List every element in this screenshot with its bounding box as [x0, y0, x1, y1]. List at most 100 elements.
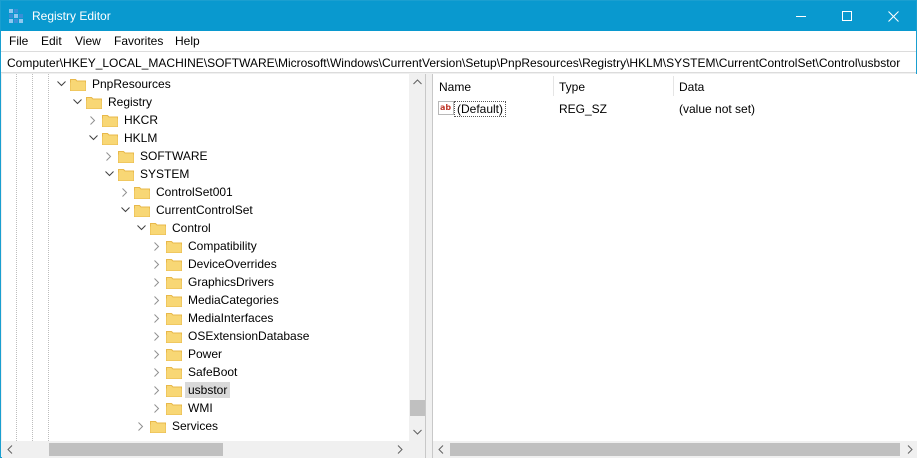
chevron-down-icon[interactable]	[102, 165, 116, 183]
scroll-right-arrow-icon[interactable]	[397, 445, 403, 454]
tree-node-label[interactable]: DeviceOverrides	[185, 256, 280, 272]
folder-icon	[70, 79, 86, 91]
menu-edit[interactable]: Edit	[41, 34, 62, 48]
chevron-right-icon[interactable]	[150, 309, 164, 327]
tree-guide-line	[48, 74, 49, 441]
tree-node[interactable]: GraphicsDrivers	[150, 273, 277, 291]
tree-node[interactable]: HKLM	[86, 129, 160, 147]
address-bar[interactable]: Computer\HKEY_LOCAL_MACHINE\SOFTWARE\Mic…	[1, 51, 916, 73]
value-name[interactable]: (Default)	[454, 101, 507, 117]
tree-node-label[interactable]: CurrentControlSet	[153, 202, 256, 218]
values-horizontal-scrollbar[interactable]	[433, 441, 917, 458]
tree-node-label[interactable]: MediaInterfaces	[185, 310, 276, 326]
tree-node[interactable]: HKCR	[86, 111, 161, 129]
folder-icon	[118, 169, 134, 181]
scroll-down-arrow-icon[interactable]	[413, 429, 422, 435]
chevron-down-icon[interactable]	[118, 201, 132, 219]
column-divider[interactable]	[553, 76, 554, 96]
tree-node-label[interactable]: ControlSet001	[153, 184, 236, 200]
pane-splitter[interactable]	[426, 74, 432, 458]
scroll-up-arrow-icon[interactable]	[413, 79, 422, 85]
tree-node[interactable]: MediaCategories	[150, 291, 282, 309]
tree-node-label[interactable]: WMI	[185, 400, 216, 416]
chevron-right-icon[interactable]	[134, 417, 148, 435]
chevron-right-icon[interactable]	[150, 399, 164, 417]
scroll-right-arrow-icon[interactable]	[907, 445, 913, 454]
chevron-right-icon[interactable]	[86, 111, 100, 129]
tree-node[interactable]: Control	[134, 219, 214, 237]
menu-help[interactable]: Help	[175, 34, 200, 48]
tree-node[interactable]: MediaInterfaces	[150, 309, 276, 327]
tree-vertical-scrollbar[interactable]	[409, 74, 425, 441]
address-path[interactable]: Computer\HKEY_LOCAL_MACHINE\SOFTWARE\Mic…	[7, 56, 900, 70]
tree-node[interactable]: CurrentControlSet	[118, 201, 256, 219]
folder-icon	[150, 421, 166, 433]
tree-node[interactable]: OSExtensionDatabase	[150, 327, 312, 345]
chevron-right-icon[interactable]	[102, 147, 116, 165]
tree-node-label[interactable]: HKCR	[121, 112, 161, 128]
tree-guide-line	[16, 74, 17, 441]
title-bar[interactable]: Registry Editor	[1, 1, 916, 31]
tree-hscroll-thumb[interactable]	[49, 443, 223, 456]
tree-node-label[interactable]: Registry	[105, 94, 155, 110]
values-pane[interactable]: Name Type Data ab (Default) REG_SZ (valu…	[432, 74, 917, 458]
tree-horizontal-scrollbar[interactable]	[2, 441, 425, 458]
chevron-right-icon[interactable]	[150, 381, 164, 399]
maximize-button[interactable]	[824, 1, 870, 31]
tree-node[interactable]: Registry	[70, 93, 155, 111]
chevron-right-icon[interactable]	[150, 327, 164, 345]
tree-node[interactable]: DeviceOverrides	[150, 255, 280, 273]
menu-favorites[interactable]: Favorites	[114, 34, 163, 48]
chevron-right-icon[interactable]	[150, 345, 164, 363]
column-header-type[interactable]: Type	[559, 80, 585, 94]
minimize-button[interactable]	[778, 1, 824, 31]
folder-icon	[86, 97, 102, 109]
tree-node[interactable]: SafeBoot	[150, 363, 240, 381]
tree-node[interactable]: Power	[150, 345, 225, 363]
column-header-name[interactable]: Name	[439, 80, 471, 94]
menu-view[interactable]: View	[75, 34, 101, 48]
tree-node-label[interactable]: Control	[169, 220, 214, 236]
tree-node[interactable]: Compatibility	[150, 237, 260, 255]
tree-node-label[interactable]: GraphicsDrivers	[185, 274, 277, 290]
tree-node[interactable]: ControlSet001	[118, 183, 236, 201]
value-data: (value not set)	[679, 102, 756, 116]
tree-node[interactable]: PnpResources	[54, 75, 174, 93]
column-divider[interactable]	[673, 76, 674, 96]
chevron-right-icon[interactable]	[150, 255, 164, 273]
tree-node-label[interactable]: PnpResources	[89, 76, 174, 92]
tree-node-label[interactable]: OSExtensionDatabase	[185, 328, 312, 344]
tree-node-label[interactable]: HKLM	[121, 130, 160, 146]
tree-node-label[interactable]: Services	[169, 418, 221, 434]
tree-node[interactable]: WMI	[150, 399, 216, 417]
values-hscroll-thumb[interactable]	[450, 443, 900, 456]
menu-file[interactable]: File	[9, 34, 28, 48]
tree-node[interactable]: Services	[134, 417, 221, 435]
tree-node-label[interactable]: SOFTWARE	[137, 148, 211, 164]
scroll-left-arrow-icon[interactable]	[7, 445, 13, 454]
key-tree-pane[interactable]: PnpResources Registry HKCR HKLM SOFTWARE SYST…	[2, 74, 426, 458]
tree-node-label[interactable]: usbstor	[185, 382, 231, 398]
chevron-right-icon[interactable]	[150, 291, 164, 309]
tree-node[interactable]: SYSTEM	[102, 165, 192, 183]
tree-vscroll-thumb[interactable]	[410, 400, 425, 416]
tree-node-label[interactable]: Power	[185, 346, 225, 362]
value-row[interactable]: ab (Default) REG_SZ (value not set)	[433, 100, 917, 118]
scroll-left-arrow-icon[interactable]	[438, 445, 444, 454]
tree-node[interactable]: usbstor	[150, 381, 231, 399]
tree-node[interactable]: SOFTWARE	[102, 147, 211, 165]
tree-node-label[interactable]: SYSTEM	[137, 166, 192, 182]
tree-node-label[interactable]: Compatibility	[185, 238, 260, 254]
chevron-down-icon[interactable]	[70, 93, 84, 111]
chevron-right-icon[interactable]	[150, 363, 164, 381]
chevron-down-icon[interactable]	[86, 129, 100, 147]
chevron-down-icon[interactable]	[54, 75, 68, 93]
chevron-right-icon[interactable]	[150, 273, 164, 291]
column-header-data[interactable]: Data	[679, 80, 704, 94]
tree-node-label[interactable]: MediaCategories	[185, 292, 282, 308]
chevron-right-icon[interactable]	[118, 183, 132, 201]
tree-node-label[interactable]: SafeBoot	[185, 364, 240, 380]
chevron-down-icon[interactable]	[134, 219, 148, 237]
close-button[interactable]	[870, 1, 916, 31]
chevron-right-icon[interactable]	[150, 237, 164, 255]
